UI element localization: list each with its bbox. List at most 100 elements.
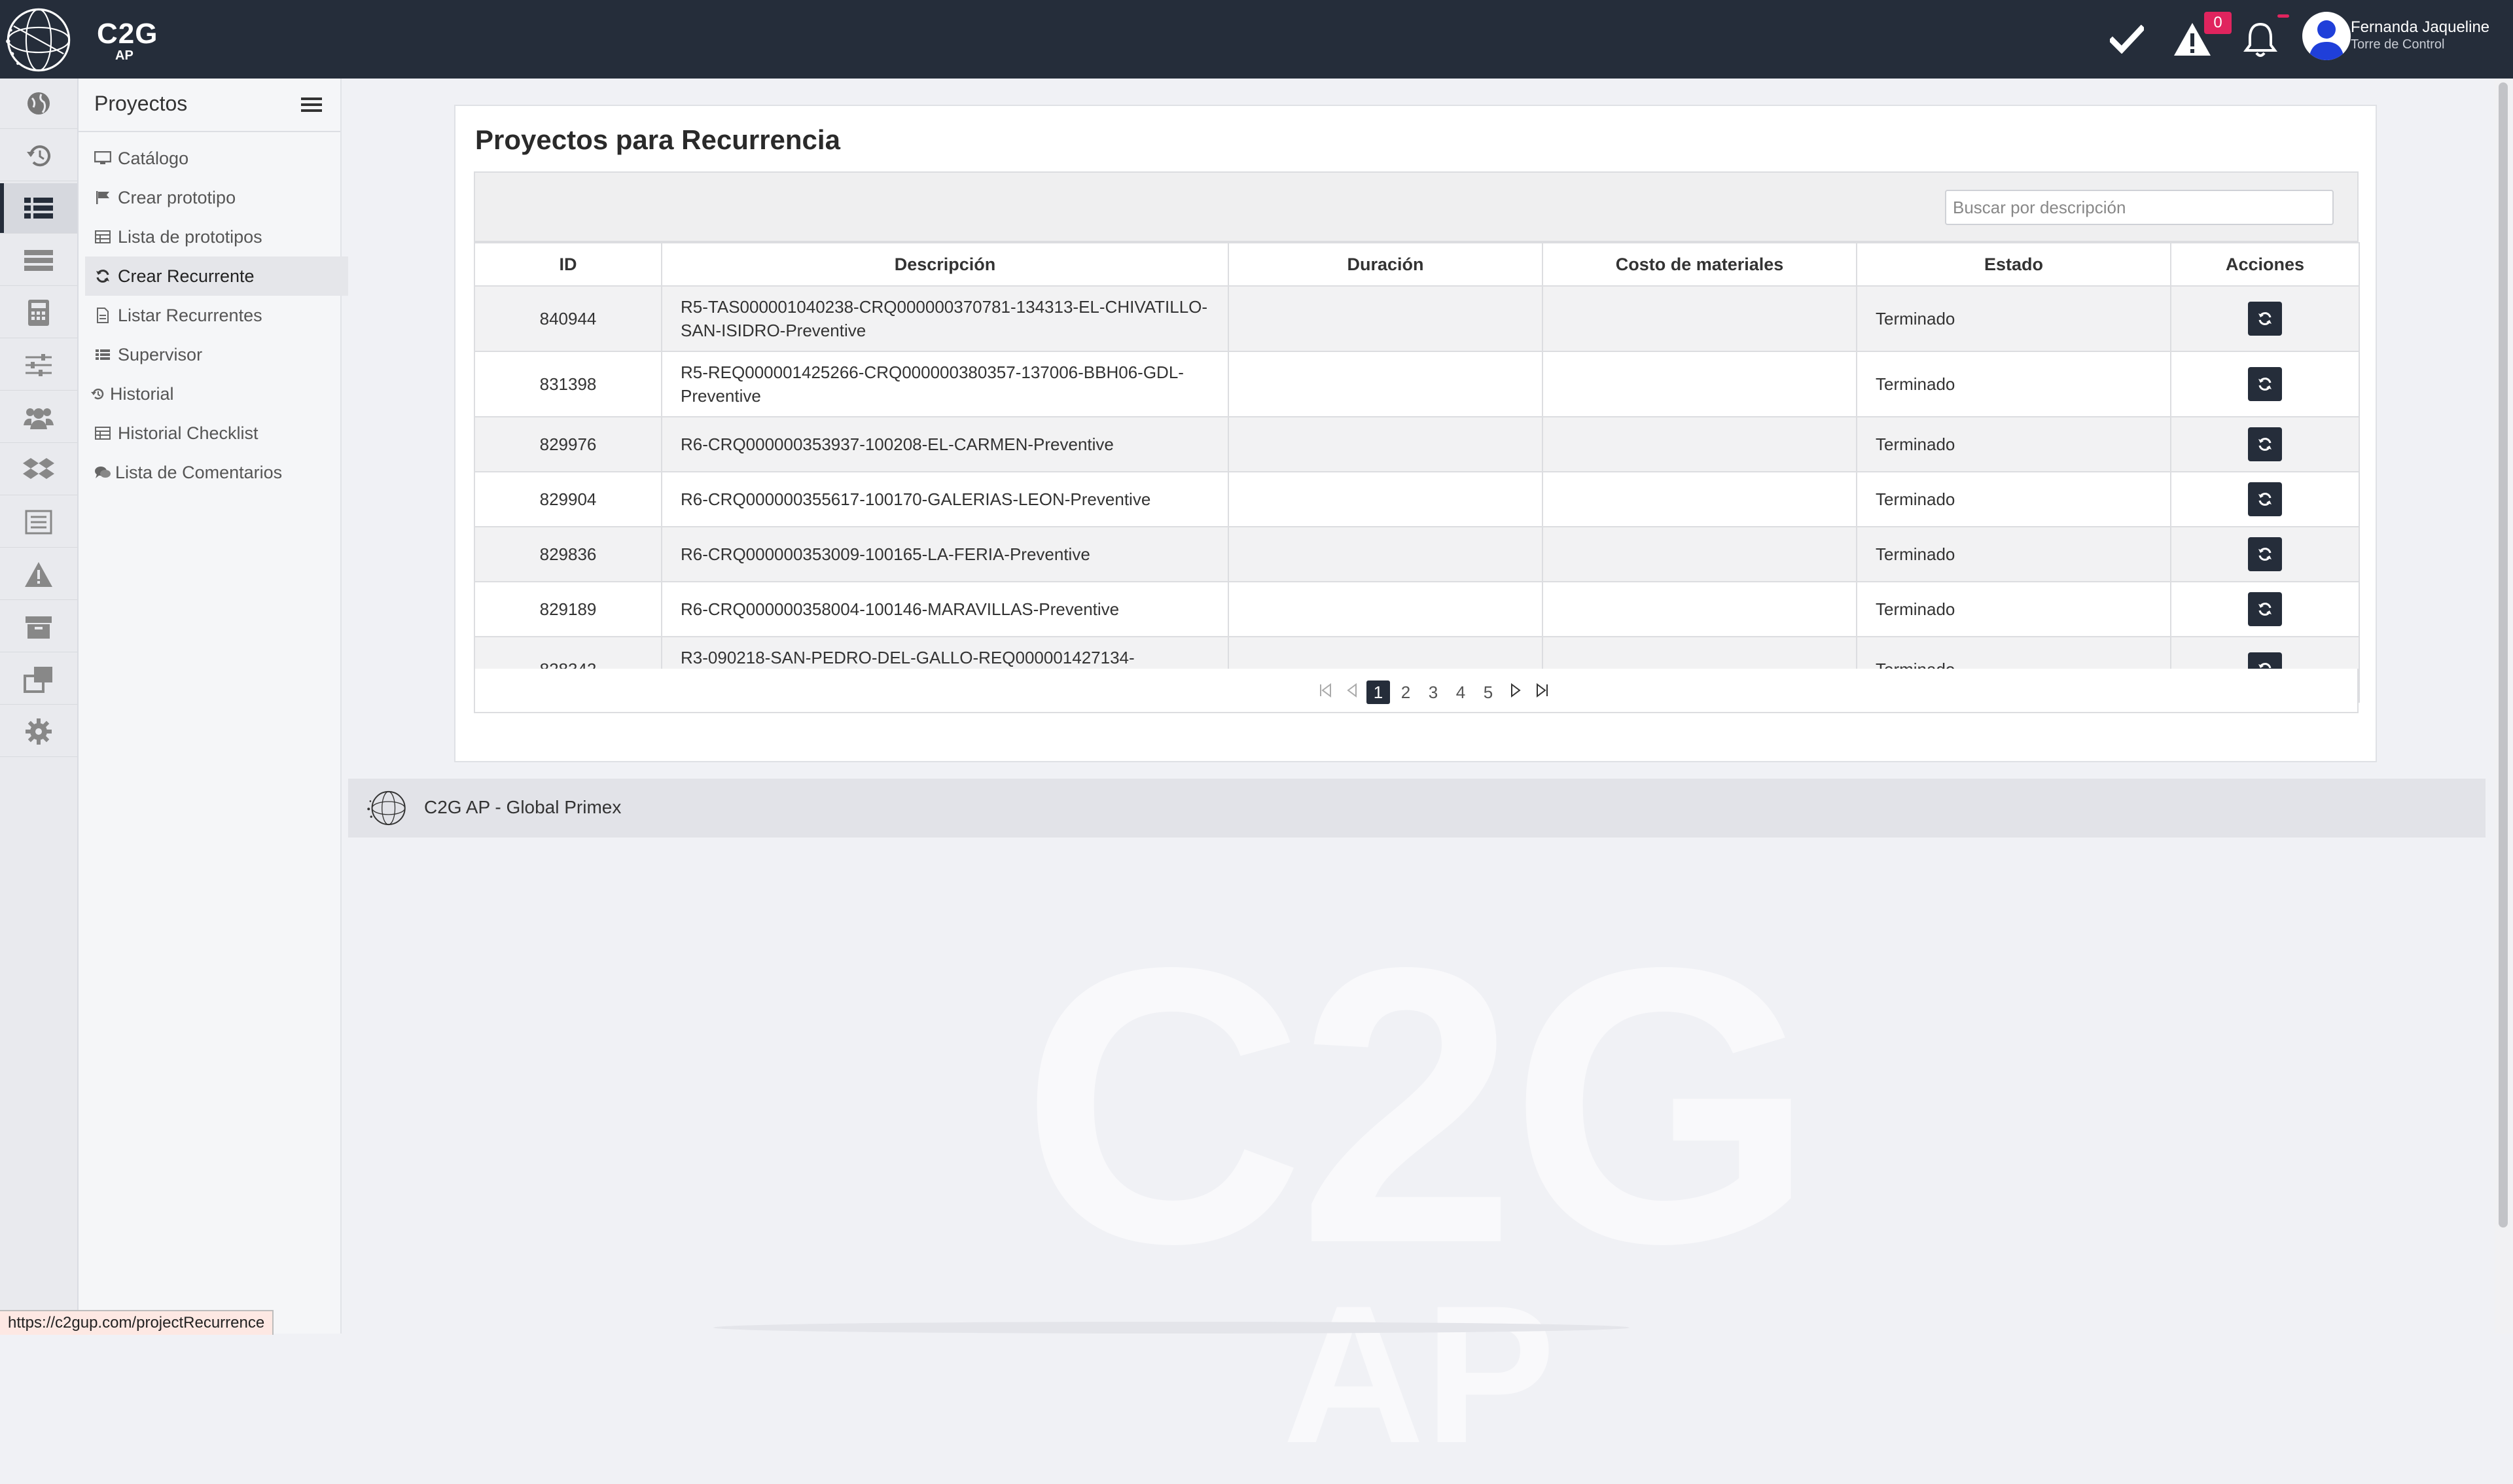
rail-globe-icon[interactable] [0, 79, 77, 129]
table-header-row: ID Descripción Duración Costo de materia… [474, 242, 2360, 287]
sidebar-item-lista-prototipos[interactable]: Lista de prototipos [85, 217, 348, 256]
page-2[interactable]: 2 [1394, 680, 1417, 704]
cell-acciones [2170, 351, 2360, 417]
rail-dropbox-icon[interactable] [0, 445, 77, 495]
brand-main: C2G [97, 18, 158, 50]
rail-clone-icon[interactable] [0, 654, 77, 705]
status-bar-url: https://c2gup.com/projectRecurrence [0, 1310, 274, 1335]
rail-history-icon[interactable] [0, 131, 77, 181]
cell-costo [1542, 351, 1857, 417]
sidebar-item-historial[interactable]: Historial [85, 374, 343, 414]
refresh-icon [2258, 493, 2272, 506]
cell-estado: Terminado [1856, 285, 2171, 352]
refresh-icon [2258, 312, 2272, 325]
rail-archive-icon[interactable] [0, 602, 77, 652]
column-header-costo[interactable]: Costo de materiales [1542, 242, 1857, 287]
sidebar-item-label: Crear Recurrente [118, 266, 255, 286]
refresh-icon [2258, 603, 2272, 616]
avatar[interactable] [2302, 12, 2351, 60]
sidebar-item-listar-recurrentes[interactable]: Listar Recurrentes [85, 296, 348, 335]
column-header-estado[interactable]: Estado [1856, 242, 2171, 287]
sidebar-item-label: Historial [110, 383, 174, 404]
cell-estado: Terminado [1856, 416, 2171, 472]
cell-estado: Terminado [1856, 526, 2171, 582]
recurrence-button[interactable] [2248, 367, 2282, 401]
column-header-descripcion[interactable]: Descripción [661, 242, 1229, 287]
notification-dot [2277, 14, 2289, 18]
watermark-logo: C2G [1021, 887, 1815, 1325]
refresh-icon [2258, 548, 2272, 561]
cell-id: 829976 [474, 416, 662, 472]
cell-acciones [2170, 416, 2360, 472]
cell-acciones [2170, 471, 2360, 527]
rail-server-icon[interactable] [0, 236, 77, 286]
sidebar-item-crear-prototipo[interactable]: Crear prototipo [85, 178, 348, 217]
bell-icon[interactable] [2239, 18, 2281, 60]
table-row: 829976 R6-CRQ000000353937-100208-EL-CARM… [474, 416, 2360, 472]
footer-text: C2G AP - Global Primex [424, 797, 622, 817]
recurrence-projects-panel: Proyectos para Recurrencia ID Descripció… [454, 105, 2377, 762]
sidebar-item-supervisor[interactable]: Supervisor [85, 335, 348, 374]
sidebar-item-label: Catálogo [118, 148, 189, 168]
column-header-duracion[interactable]: Duración [1228, 242, 1543, 287]
table-row: 829904 R6-CRQ000000355617-100170-GALERIA… [474, 471, 2360, 527]
page-4[interactable]: 4 [1449, 680, 1472, 704]
sidebar-item-lista-comentarios[interactable]: Lista de Comentarios [85, 453, 348, 492]
rail-users-icon[interactable] [0, 393, 77, 443]
page-3[interactable]: 3 [1421, 680, 1445, 704]
cell-duracion [1228, 416, 1543, 472]
rail-list-icon[interactable] [0, 183, 77, 234]
sidebar-item-label: Crear prototipo [118, 187, 236, 207]
list-icon [94, 346, 111, 363]
cell-estado: Terminado [1856, 471, 2171, 527]
rail-checklist-icon[interactable] [0, 497, 77, 548]
table-row: 831398 R5-REQ000001425266-CRQ00000038035… [474, 351, 2360, 417]
recurrence-button[interactable] [2248, 537, 2282, 571]
rail-gear-icon[interactable] [0, 707, 77, 757]
cell-id: 840944 [474, 285, 662, 352]
last-page-icon[interactable] [1530, 680, 1554, 704]
sidebar-item-label: Lista de Comentarios [115, 462, 283, 482]
user-name[interactable]: Fernanda Jaqueline [2351, 18, 2489, 37]
table-row: 829189 R6-CRQ000000358004-100146-MARAVIL… [474, 581, 2360, 637]
recurrence-button[interactable] [2248, 482, 2282, 516]
refresh-icon [94, 268, 111, 285]
rail-sliders-icon[interactable] [0, 340, 77, 391]
column-header-id[interactable]: ID [474, 242, 662, 287]
cell-costo [1542, 471, 1857, 527]
history-icon [89, 385, 106, 402]
sidebar-item-catalogo[interactable]: Catálogo [85, 139, 348, 178]
first-page-icon[interactable] [1314, 680, 1338, 704]
recurrence-button[interactable] [2248, 427, 2282, 461]
check-icon[interactable] [2106, 18, 2148, 60]
pagination: 1 2 3 4 5 [474, 669, 2359, 713]
watermark-sub: AP [1283, 1264, 1556, 1484]
next-page-icon[interactable] [1504, 680, 1527, 704]
cell-id: 829189 [474, 581, 662, 637]
table-icon [94, 425, 111, 442]
cell-estado: Terminado [1856, 351, 2171, 417]
comments-icon [94, 464, 111, 481]
scrollbar-thumb[interactable] [2499, 82, 2508, 1228]
page-1[interactable]: 1 [1366, 680, 1390, 704]
prev-page-icon[interactable] [1340, 680, 1364, 704]
hamburger-menu-icon[interactable] [301, 96, 322, 114]
cell-duracion [1228, 285, 1543, 352]
search-input[interactable] [1945, 190, 2334, 225]
cell-estado: Terminado [1856, 581, 2171, 637]
recurrence-button[interactable] [2248, 592, 2282, 626]
cell-descripcion: R5-REQ000001425266-CRQ000000380357-13700… [661, 351, 1229, 417]
brand-logo[interactable]: C2G AP [97, 20, 158, 63]
cell-acciones [2170, 526, 2360, 582]
recurrence-button[interactable] [2248, 302, 2282, 336]
cell-costo [1542, 526, 1857, 582]
globe-logo-icon[interactable] [4, 5, 73, 75]
rail-calculator-icon[interactable] [0, 288, 77, 338]
sidebar-item-historial-checklist[interactable]: Historial Checklist [85, 414, 348, 453]
top-navbar: C2G AP 0 Fernanda Jaqueline Torre de Con… [0, 0, 2513, 79]
rail-warning-icon[interactable] [0, 550, 77, 600]
sidebar-header: Proyectos [79, 79, 340, 132]
brand-sub: AP [115, 48, 134, 63]
page-5[interactable]: 5 [1476, 680, 1500, 704]
sidebar-item-crear-recurrente[interactable]: Crear Recurrente [85, 256, 348, 296]
